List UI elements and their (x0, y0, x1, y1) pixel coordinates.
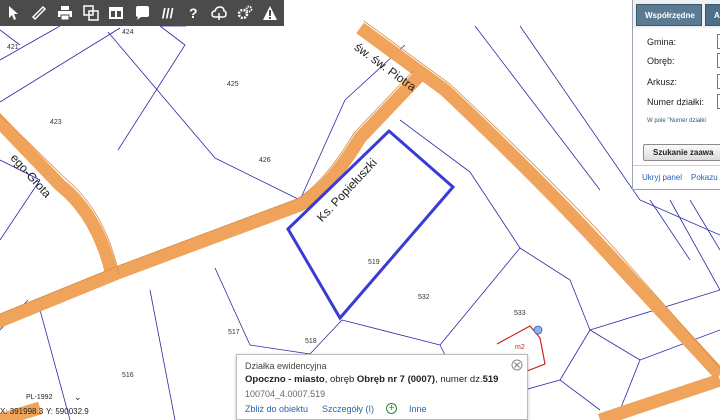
cloud-icon (211, 6, 227, 20)
marker-icon[interactable] (533, 325, 543, 335)
road-bottom-right (597, 373, 720, 420)
hide-panel-link[interactable]: Ukryj panel (642, 173, 682, 182)
printer-icon (58, 6, 73, 21)
settings-tool-button[interactable] (233, 1, 257, 25)
layout-tool-button[interactable] (105, 1, 129, 25)
cloud-tool-button[interactable] (207, 1, 231, 25)
select-tool-button[interactable] (2, 1, 26, 25)
ruler-icon (32, 5, 47, 21)
search-panel: Współrzędne Adres Gmina: Obręb: Arkusz: … (632, 0, 720, 190)
advanced-search-button[interactable]: Szukanie zaawa (643, 144, 720, 161)
parcel-info-popup: Działka ewidencyjna Opoczno - miasto, ob… (236, 354, 528, 420)
close-icon[interactable] (511, 359, 523, 371)
coord-y: Y: 590032.9 (46, 407, 89, 416)
arkusz-label: Arkusz: (647, 77, 678, 87)
crs-selector[interactable]: PL-1992 (26, 394, 52, 401)
show-link[interactable]: Pokazu (691, 173, 718, 182)
tab-adres[interactable]: Adres (705, 4, 720, 26)
gear-icon (237, 5, 252, 20)
popup-numer-text: , numer dz. (435, 374, 483, 385)
road-grota (0, 113, 119, 277)
parcel-label: 517 (228, 329, 240, 336)
lines-tool-button[interactable]: /// (156, 1, 180, 25)
tab-wspolrzedne[interactable]: Współrzędne (636, 4, 702, 26)
popup-numer: 519 (482, 374, 499, 385)
parcel-label: 425 (227, 81, 239, 88)
speech-bubble-icon (136, 6, 150, 20)
plus-icon[interactable]: + (386, 403, 397, 414)
layers-icon (82, 5, 99, 21)
popup-place: Opoczno - miasto (245, 374, 325, 385)
panel-links: Ukryj panel Pokazu (633, 165, 720, 189)
layers-tool-button[interactable] (79, 1, 103, 25)
popup-obreb: Obręb nr 7 (0007) (356, 374, 436, 385)
details-link[interactable]: Szczegóły (I) (322, 404, 374, 414)
warning-icon (263, 6, 278, 20)
comment-tool-button[interactable] (130, 1, 154, 25)
parcel-label: 424 (122, 29, 134, 36)
parcel-label: 516 (122, 372, 134, 379)
parcel-label: 518 (305, 338, 317, 345)
zoom-to-object-link[interactable]: Zbliż do obiektu (245, 404, 308, 414)
toolbar: /// ? (0, 0, 284, 26)
panel-hint: W pole "Numer działki (647, 118, 706, 124)
print-tool-button[interactable] (53, 1, 77, 25)
numer-dzialki-label: Numer działki: (647, 97, 705, 107)
road-popieluszki (0, 70, 425, 328)
popup-obreb-text: , obręb (324, 374, 357, 385)
road-edges (0, 20, 720, 369)
popup-parcel-id: 100704_4.0007.519 (245, 389, 326, 399)
warning-tool-button[interactable] (258, 1, 282, 25)
pointer-icon (8, 6, 18, 20)
coord-x: X: 391998.3 (0, 407, 44, 416)
obreb-label: Obręb: (647, 56, 675, 66)
window-icon (109, 7, 124, 19)
parcel-label: 533 (514, 310, 526, 317)
panel-tabs: Współrzędne Adres (633, 0, 720, 28)
parcel-label: 532 (418, 294, 430, 301)
parcel-label: 423 (50, 119, 62, 126)
popup-title: Działka ewidencyjna (245, 361, 327, 371)
measure-tool-button[interactable] (28, 1, 52, 25)
help-tool-button[interactable]: ? (181, 1, 205, 25)
coordinates-readout: PL-1992 ⌄ X: 391998.3 Y: 590032.9 (0, 390, 100, 420)
popup-summary: Opoczno - miasto, obręb Obręb nr 7 (0007… (245, 374, 498, 385)
parcel-label: 426 (259, 157, 271, 164)
parcel-label: 421 (7, 44, 19, 51)
other-link[interactable]: Inne (409, 404, 427, 414)
parcel-label: 519 (368, 259, 380, 266)
building-label: m2 (515, 344, 525, 351)
gmina-label: Gmina: (647, 37, 677, 47)
chevron-down-icon[interactable]: ⌄ (74, 392, 82, 403)
